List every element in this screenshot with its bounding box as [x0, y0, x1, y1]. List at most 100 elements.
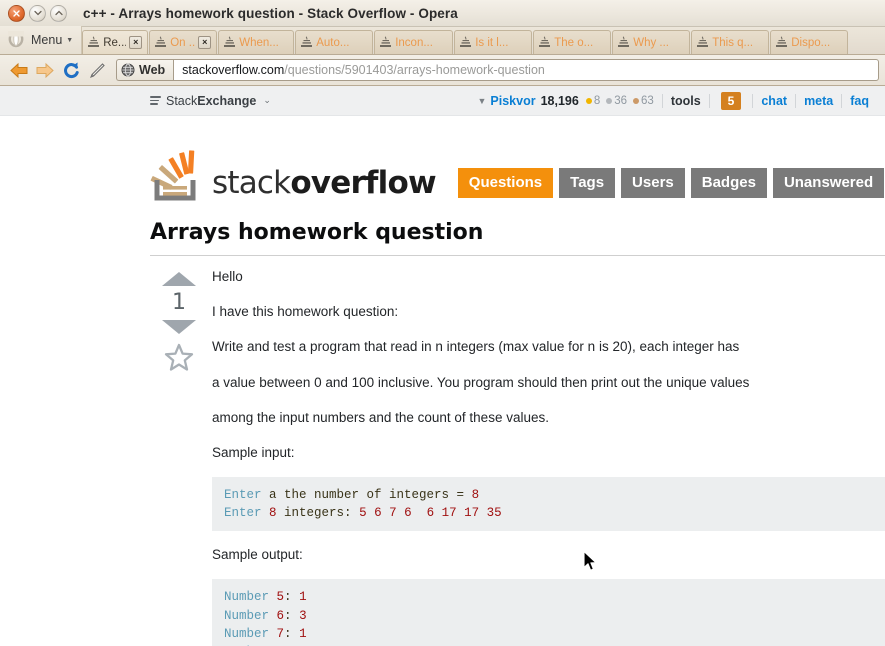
code-token: 8 [269, 506, 277, 521]
tab-close-button[interactable]: × [129, 36, 143, 49]
chat-label: chat [761, 93, 788, 108]
browser-tab[interactable]: Auto... [295, 30, 374, 54]
window-minimize-button[interactable] [29, 4, 46, 22]
user-profile-link[interactable]: ▼ Piskvor 18,196 8 36 63 [469, 94, 661, 108]
tab-close-button[interactable]: × [198, 36, 212, 49]
stackexchange-topbar: StackExchange ⌄ ▼ Piskvor 18,196 8 36 63… [0, 86, 885, 116]
code-token: integers: [276, 506, 360, 521]
page-icon [87, 36, 100, 49]
nav-tab-badges[interactable]: Badges [690, 168, 767, 198]
browser-tab[interactable]: When... [218, 30, 295, 54]
page-icon [538, 36, 551, 49]
page-icon [155, 36, 167, 47]
badge-counts: 8 36 63 [585, 94, 654, 107]
chevron-down-icon: ⌄ [263, 95, 271, 105]
page-icon [696, 36, 709, 49]
tab-title: Re... [103, 36, 127, 49]
page-viewport: StackExchange ⌄ ▼ Piskvor 18,196 8 36 63… [0, 86, 885, 646]
browser-tab[interactable]: Incon... [374, 30, 454, 54]
stackoverflow-logo[interactable]: stackoverflow [150, 150, 437, 202]
globe-icon [121, 63, 135, 77]
stackexchange-switcher[interactable]: StackExchange ⌄ [150, 94, 271, 108]
page-icon [459, 36, 472, 49]
stackoverflow-wordmark: stackoverflow [212, 165, 437, 201]
browser-tab[interactable]: This q... [691, 30, 770, 54]
tab-title: When... [239, 36, 279, 49]
browser-tab[interactable]: Why ... [612, 30, 691, 54]
window-title: c++ - Arrays homework question - Stack O… [83, 5, 458, 21]
meta-link[interactable]: meta [796, 94, 841, 108]
code-token: a the number of integers = [261, 488, 472, 503]
nav-tab-users[interactable]: Users [621, 168, 685, 198]
tab-title: Is it l... [475, 36, 509, 49]
browser-window: c++ - Arrays homework question - Stack O… [0, 0, 885, 646]
chevron-up-icon [54, 10, 63, 16]
back-button[interactable] [6, 58, 32, 82]
nav-tab-unanswered[interactable]: Unanswered [772, 168, 885, 198]
browser-tab[interactable]: Dispo... [770, 30, 849, 54]
code-token: Number [224, 608, 270, 623]
faq-link[interactable]: faq [842, 94, 869, 108]
nav-tab-questions[interactable]: Questions [457, 168, 554, 198]
code-token: 1 [299, 590, 307, 605]
question-paragraph-line2: a value between 0 and 100 inclusive. You… [212, 374, 750, 390]
page-icon [775, 36, 788, 49]
upvote-button[interactable] [162, 272, 196, 286]
downvote-button[interactable] [162, 320, 196, 334]
bronze-badge-icon [633, 97, 640, 104]
browser-tab[interactable]: Is it l... [454, 30, 533, 54]
faq-label: faq [850, 93, 869, 108]
question-paragraph-line3: among the input numbers and the count of… [212, 409, 549, 425]
code-token: 6 [276, 608, 285, 623]
silver-badge-icon [606, 97, 613, 104]
chat-link[interactable]: chat [753, 94, 795, 108]
url-path: /questions/5901403/arrays-homework-quest… [284, 63, 545, 77]
page-icon [618, 36, 630, 47]
tab-title: Why ... [633, 36, 669, 49]
tab-bar: Menu ▼ Re...×On ...×When...Auto...Incon.… [0, 26, 885, 55]
se-name-bold: Exchange [197, 93, 257, 108]
site-header: stackoverflow Questions Tags Users Badges Un… [150, 116, 885, 202]
silver-badge-count: 36 [614, 94, 628, 107]
inbox-button[interactable]: 5 [710, 91, 753, 110]
opera-menu-button[interactable]: Menu ▼ [0, 26, 83, 54]
code-token: Number [224, 626, 270, 641]
code-token: : [284, 608, 300, 623]
search-scope-selector[interactable]: Web [116, 59, 174, 81]
page-icon [379, 36, 392, 49]
sample-output-label: Sample output: [212, 547, 303, 563]
nav-tab-tags[interactable]: Tags [559, 168, 616, 198]
page-icon [154, 36, 167, 49]
page-icon [460, 36, 472, 47]
address-bar[interactable]: stackoverflow.com /questions/5901403/arr… [173, 59, 879, 81]
sample-input-label: Sample input: [212, 444, 295, 460]
se-name-light: Stack [166, 93, 198, 108]
inbox-count: 5 [720, 91, 742, 110]
question-text: Hello I have this homework question: Write… [208, 269, 885, 646]
menu-label: Menu [31, 33, 63, 47]
browser-tab[interactable]: On ...× [149, 30, 218, 54]
reload-icon [63, 62, 79, 78]
tab-title: Dispo... [791, 36, 831, 49]
code-block-sample-input: Enter a the number of integers = 8 Enter… [212, 477, 885, 532]
code-token: 7 [276, 626, 285, 641]
edit-pen-button[interactable] [84, 58, 110, 82]
tab-title: Incon... [395, 36, 433, 49]
gold-badge-count: 8 [593, 94, 601, 107]
forward-button[interactable] [32, 58, 58, 82]
window-titlebar: c++ - Arrays homework question - Stack O… [0, 0, 885, 27]
favorite-button[interactable] [164, 343, 194, 377]
browser-tab[interactable]: Re... × [82, 30, 149, 54]
reload-button[interactable] [58, 58, 84, 82]
pen-icon [89, 62, 105, 78]
window-close-button[interactable] [8, 4, 25, 22]
forward-arrow-icon [36, 62, 54, 78]
window-maximize-button[interactable] [50, 4, 67, 22]
page-icon [776, 36, 788, 47]
url-domain: stackoverflow.com [182, 63, 285, 77]
chevron-down-icon: ▼ [66, 36, 74, 44]
tools-link[interactable]: tools [663, 94, 709, 108]
page-icon [224, 36, 236, 47]
browser-tab[interactable]: The o... [533, 30, 612, 54]
